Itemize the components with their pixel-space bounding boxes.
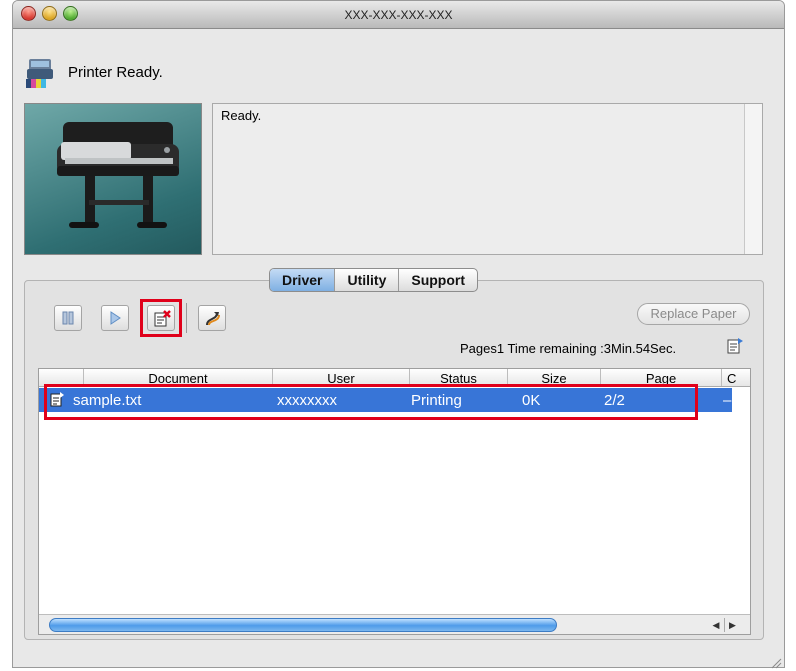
printer-status-icon — [26, 59, 53, 88]
selected-job-highlight — [44, 384, 698, 420]
priority-print-icon — [206, 312, 220, 326]
title-bar[interactable]: XXX-XXX-XXX-XXX — [13, 1, 784, 29]
status-message-box: Ready. — [212, 103, 763, 255]
scroll-right-arrow-icon[interactable]: ▶ — [724, 618, 740, 632]
priority-print-button[interactable] — [198, 305, 226, 331]
scrollbar-thumb[interactable] — [49, 618, 557, 632]
pages-remaining-info: Pages1 Time remaining :3Min.54Sec. — [460, 341, 677, 356]
scroll-left-arrow-icon[interactable]: ◀ — [708, 618, 724, 632]
tab-bar: Driver Utility Support — [269, 268, 479, 292]
delete-job-button[interactable] — [147, 305, 175, 331]
play-icon — [110, 311, 121, 325]
message-scrollbar[interactable] — [744, 104, 762, 254]
resume-job-button[interactable] — [101, 305, 129, 331]
tab-driver[interactable]: Driver — [270, 269, 335, 291]
tab-support[interactable]: Support — [398, 269, 477, 291]
resize-grip-icon[interactable] — [770, 657, 782, 669]
pause-icon — [62, 311, 74, 325]
large-format-printer-illustration — [57, 122, 179, 228]
job-document-icon — [727, 338, 743, 354]
horizontal-scrollbar[interactable]: ◀ ▶ — [39, 614, 750, 634]
column-header-extra[interactable]: C — [727, 371, 747, 386]
replace-paper-button[interactable]: Replace Paper — [637, 303, 750, 325]
cell-extra: – — [723, 392, 732, 409]
printer-status-text: Printer Ready. — [68, 64, 163, 81]
window-title: XXX-XXX-XXX-XXX — [344, 8, 453, 22]
status-message-text: Ready. — [221, 108, 262, 123]
printer-image — [24, 103, 202, 255]
toolbar-separator — [186, 303, 187, 333]
tab-utility[interactable]: Utility — [334, 269, 398, 291]
delete-job-icon — [154, 310, 171, 327]
pause-job-button[interactable] — [54, 305, 82, 331]
